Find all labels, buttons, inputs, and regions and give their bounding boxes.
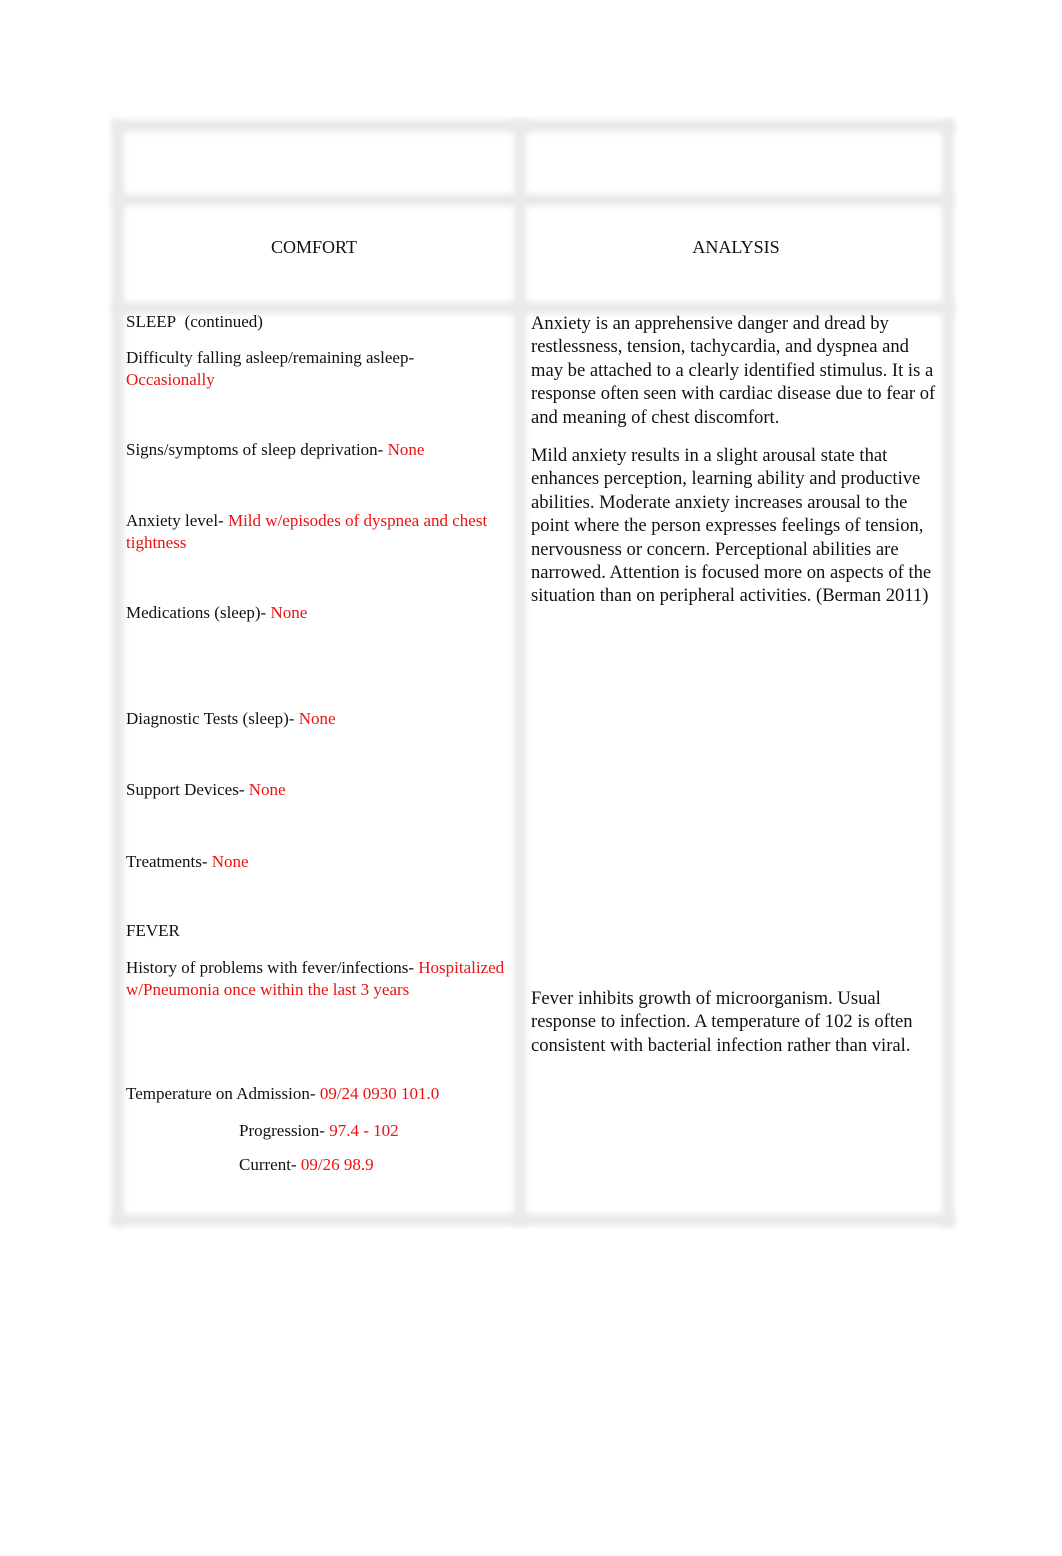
- sleep-item-deprivation: Signs/symptoms of sleep deprivation- Non…: [126, 439, 518, 461]
- sleep-item-treatments: Treatments- None: [126, 851, 518, 873]
- item-label: Current-: [239, 1155, 297, 1174]
- table-border-left: [112, 120, 124, 1226]
- section-title-sleep: SLEEP (continued): [126, 312, 263, 331]
- analysis-paragraph-fever: Fever inhibits growth of microorganism. …: [531, 988, 913, 1056]
- fever-item-admission-temp: Temperature on Admission- 09/24 0930 101…: [126, 1083, 518, 1105]
- analysis-paragraph-anxiety-levels: Mild anxiety results in a slight arousal…: [531, 445, 932, 607]
- item-value: None: [298, 709, 336, 728]
- item-value: None: [248, 780, 286, 799]
- sleep-item-anxiety: Anxiety level- Mild w/episodes of dyspne…: [126, 510, 518, 554]
- table-border-row1: [112, 194, 954, 206]
- item-label: Treatments-: [126, 852, 208, 871]
- item-label: Support Devices-: [126, 780, 245, 799]
- item-value: Occasionally: [126, 370, 215, 389]
- column-header-comfort: COMFORT: [271, 237, 357, 257]
- item-value: 09/24 0930 101.0: [319, 1084, 440, 1103]
- fever-item-history: History of problems with fever/infection…: [126, 957, 520, 1001]
- sleep-item-difficulty: Difficulty falling asleep/remaining asle…: [126, 347, 518, 391]
- sleep-item-support-devices: Support Devices- None: [126, 779, 518, 801]
- item-value: None: [211, 852, 249, 871]
- item-label: Diagnostic Tests (sleep)-: [126, 709, 295, 728]
- table-border-bottom: [112, 1214, 954, 1226]
- item-value: None: [387, 440, 425, 459]
- item-label: Difficulty falling asleep/remaining asle…: [126, 348, 415, 367]
- analysis-paragraph-anxiety: Anxiety is an apprehensive danger and dr…: [531, 313, 936, 428]
- sleep-item-diagnostic-tests: Diagnostic Tests (sleep)- None: [126, 708, 518, 730]
- section-title-fever: FEVER: [126, 921, 180, 940]
- item-value: 09/26 98.9: [300, 1155, 374, 1174]
- item-label: Signs/symptoms of sleep deprivation-: [126, 440, 384, 459]
- item-label: Anxiety level-: [126, 511, 224, 530]
- table-border-top: [112, 120, 954, 132]
- table-border-right: [942, 120, 954, 1226]
- fever-item-current: Current- 09/26 98.9: [126, 1154, 631, 1176]
- column-header-analysis: ANALYSIS: [692, 237, 780, 257]
- table-border-middle: [514, 120, 526, 1226]
- fever-item-progression: Progression- 97.4 - 102: [126, 1120, 631, 1142]
- item-label: Progression-: [239, 1121, 325, 1140]
- sleep-item-medications: Medications (sleep)- None: [126, 602, 518, 624]
- item-value: None: [270, 603, 308, 622]
- item-value: 97.4 - 102: [329, 1121, 399, 1140]
- item-label: History of problems with fever/infection…: [126, 958, 414, 977]
- item-label: Temperature on Admission-: [126, 1084, 316, 1103]
- item-label: Medications (sleep)-: [126, 603, 267, 622]
